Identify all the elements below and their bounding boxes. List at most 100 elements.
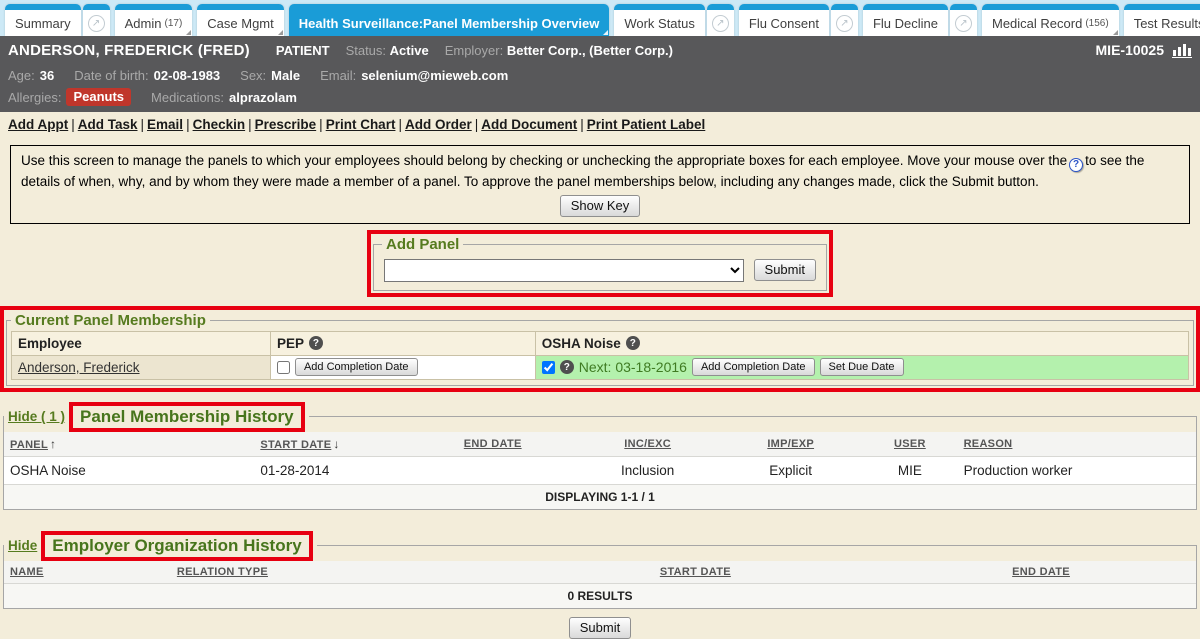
- print-chart-link[interactable]: Print Chart: [326, 117, 396, 132]
- emp-end-date-column-sort-link[interactable]: END DATE: [1012, 566, 1070, 578]
- add-panel-submit-button[interactable]: Submit: [754, 259, 816, 281]
- current-panel-membership-legend: Current Panel Membership: [11, 312, 210, 329]
- instructions-text-before: Use this screen to manage the panels to …: [21, 153, 1067, 168]
- age-value: 36: [40, 68, 54, 83]
- employee-column-header: Employee: [12, 331, 271, 355]
- osha-help-icon[interactable]: ?: [626, 336, 640, 350]
- tab-admin[interactable]: Admin(17): [115, 4, 193, 36]
- pep-help-icon[interactable]: ?: [309, 336, 323, 350]
- osha-column-header: OSHA Noise?: [535, 331, 1188, 355]
- panel-history-header-row: PANEL↑ START DATE↓ END DATE INC/EXC IMP/…: [4, 432, 1196, 457]
- panel-membership-history-title: Panel Membership History: [69, 402, 305, 432]
- name-column-sort-link[interactable]: NAME: [10, 566, 44, 578]
- panel-cell: OSHA Noise: [4, 456, 254, 484]
- tab-summary[interactable]: Summary: [5, 4, 81, 36]
- dob-value: 02-08-1983: [154, 68, 221, 83]
- current-membership-annotation-box: Current Panel Membership Employee PEP? O…: [0, 306, 1200, 392]
- panel-column-sort-link[interactable]: PANEL: [10, 439, 48, 451]
- medications-value: alprazolam: [229, 90, 297, 105]
- open-in-new-icon: ↗: [836, 15, 853, 32]
- email-link[interactable]: Email: [147, 117, 183, 132]
- tab-work-status-popout[interactable]: ↗: [707, 4, 734, 36]
- separator: |: [245, 117, 255, 132]
- panel-membership-history-section: Hide ( 1 ) Panel Membership History PANE…: [3, 402, 1197, 510]
- tab-count: (17): [164, 18, 182, 29]
- tab-health-surveillance-panel-membership-overview[interactable]: Health Surveillance:Panel Membership Ove…: [289, 4, 610, 36]
- start-date-cell: 01-28-2014: [254, 456, 409, 484]
- employer-history-empty-row: 0 RESULTS: [4, 583, 1196, 608]
- imp-exp-column-sort-link[interactable]: IMP/EXP: [767, 438, 814, 450]
- tab-test-results[interactable]: Test Results(2): [1124, 4, 1200, 36]
- prescribe-link[interactable]: Prescribe: [255, 117, 317, 132]
- results-count: 0 RESULTS: [4, 583, 1196, 608]
- separator: |: [68, 117, 78, 132]
- tab-label: Medical Record: [992, 16, 1082, 31]
- emp-start-date-column-sort-link[interactable]: START DATE: [660, 566, 731, 578]
- inc-exc-column-sort-link[interactable]: INC/EXC: [624, 438, 671, 450]
- relation-type-column-sort-link[interactable]: RELATION TYPE: [177, 566, 268, 578]
- submit-button[interactable]: Submit: [569, 617, 631, 639]
- patient-name: ANDERSON, FREDERICK (FRED): [8, 42, 250, 59]
- tab-group-flu-consent: Flu Consent ↗: [739, 4, 858, 36]
- osha-add-completion-date-button[interactable]: Add Completion Date: [692, 358, 815, 376]
- tab-flu-decline-popout[interactable]: ↗: [950, 4, 977, 36]
- employer-history-hide-link[interactable]: Hide: [8, 538, 37, 553]
- tab-medical-record[interactable]: Medical Record(156): [982, 4, 1119, 36]
- separator: |: [472, 117, 482, 132]
- separator: |: [138, 117, 148, 132]
- show-key-button[interactable]: Show Key: [560, 195, 641, 217]
- sex-label: Sex:: [240, 68, 266, 83]
- action-links-bar: Add Appt|Add Task|Email|Checkin|Prescrib…: [0, 112, 1200, 138]
- allergy-badge[interactable]: Peanuts: [66, 88, 131, 106]
- pep-checkbox[interactable]: [277, 361, 290, 374]
- user-column-sort-link[interactable]: USER: [894, 438, 926, 450]
- instructions-panel: Use this screen to manage the panels to …: [10, 145, 1190, 224]
- tab-label: Flu Decline: [873, 16, 938, 31]
- tab-case-mgmt[interactable]: Case Mgmt: [197, 4, 283, 36]
- end-date-column-sort-link[interactable]: END DATE: [464, 438, 522, 450]
- tab-label: Summary: [15, 16, 71, 31]
- tab-flu-consent-popout[interactable]: ↗: [831, 4, 858, 36]
- osha-next-help-icon[interactable]: ?: [560, 360, 574, 374]
- osha-checkbox[interactable]: [542, 361, 555, 374]
- tab-summary-popout[interactable]: ↗: [83, 4, 110, 36]
- employer-organization-history-section: Hide Employer Organization History NAME …: [3, 531, 1197, 609]
- tab-label: Work Status: [624, 16, 695, 31]
- tab-label: Case Mgmt: [207, 16, 273, 31]
- pep-cell: Add Completion Date: [270, 355, 535, 379]
- add-task-link[interactable]: Add Task: [78, 117, 138, 132]
- employer-history-header-row: NAME RELATION TYPE START DATE END DATE: [4, 561, 1196, 584]
- user-column-header: USER: [862, 432, 957, 457]
- patient-type-label: PATIENT: [276, 43, 330, 58]
- print-patient-label-link[interactable]: Print Patient Label: [587, 117, 706, 132]
- tab-work-status[interactable]: Work Status: [614, 4, 705, 36]
- record-id: MIE-10025: [1096, 42, 1164, 58]
- start-date-column-sort-link[interactable]: START DATE: [260, 439, 331, 451]
- help-icon[interactable]: ?: [1069, 158, 1083, 172]
- checkin-link[interactable]: Checkin: [193, 117, 246, 132]
- tab-flu-consent[interactable]: Flu Consent: [739, 4, 829, 36]
- pep-add-completion-date-button[interactable]: Add Completion Date: [295, 358, 418, 376]
- chart-stats-icon[interactable]: [1172, 42, 1192, 58]
- open-in-new-icon: ↗: [955, 15, 972, 32]
- patient-header: ANDERSON, FREDERICK (FRED) PATIENT Statu…: [0, 36, 1200, 112]
- add-document-link[interactable]: Add Document: [481, 117, 577, 132]
- add-appt-link[interactable]: Add Appt: [8, 117, 68, 132]
- osha-set-due-date-button[interactable]: Set Due Date: [820, 358, 904, 376]
- reason-column-sort-link[interactable]: REASON: [964, 438, 1013, 450]
- current-panel-membership-section: Current Panel Membership Employee PEP? O…: [6, 312, 1194, 386]
- tab-label: Flu Consent: [749, 16, 819, 31]
- panel-column-header: PANEL↑: [4, 432, 254, 457]
- tab-label: Admin: [125, 16, 162, 31]
- start-date-column-header: START DATE↓: [254, 432, 409, 457]
- add-panel-select[interactable]: [384, 259, 744, 282]
- add-order-link[interactable]: Add Order: [405, 117, 472, 132]
- panel-history-hide-link[interactable]: Hide ( 1 ): [8, 409, 65, 424]
- employer-label: Employer:: [445, 43, 504, 58]
- pep-column-header: PEP?: [270, 331, 535, 355]
- separator: |: [316, 117, 326, 132]
- tab-flu-decline[interactable]: Flu Decline: [863, 4, 948, 36]
- employee-link[interactable]: Anderson, Frederick: [18, 360, 140, 375]
- add-panel-section: Add Panel Submit: [373, 236, 827, 291]
- sort-asc-icon: ↑: [50, 437, 56, 451]
